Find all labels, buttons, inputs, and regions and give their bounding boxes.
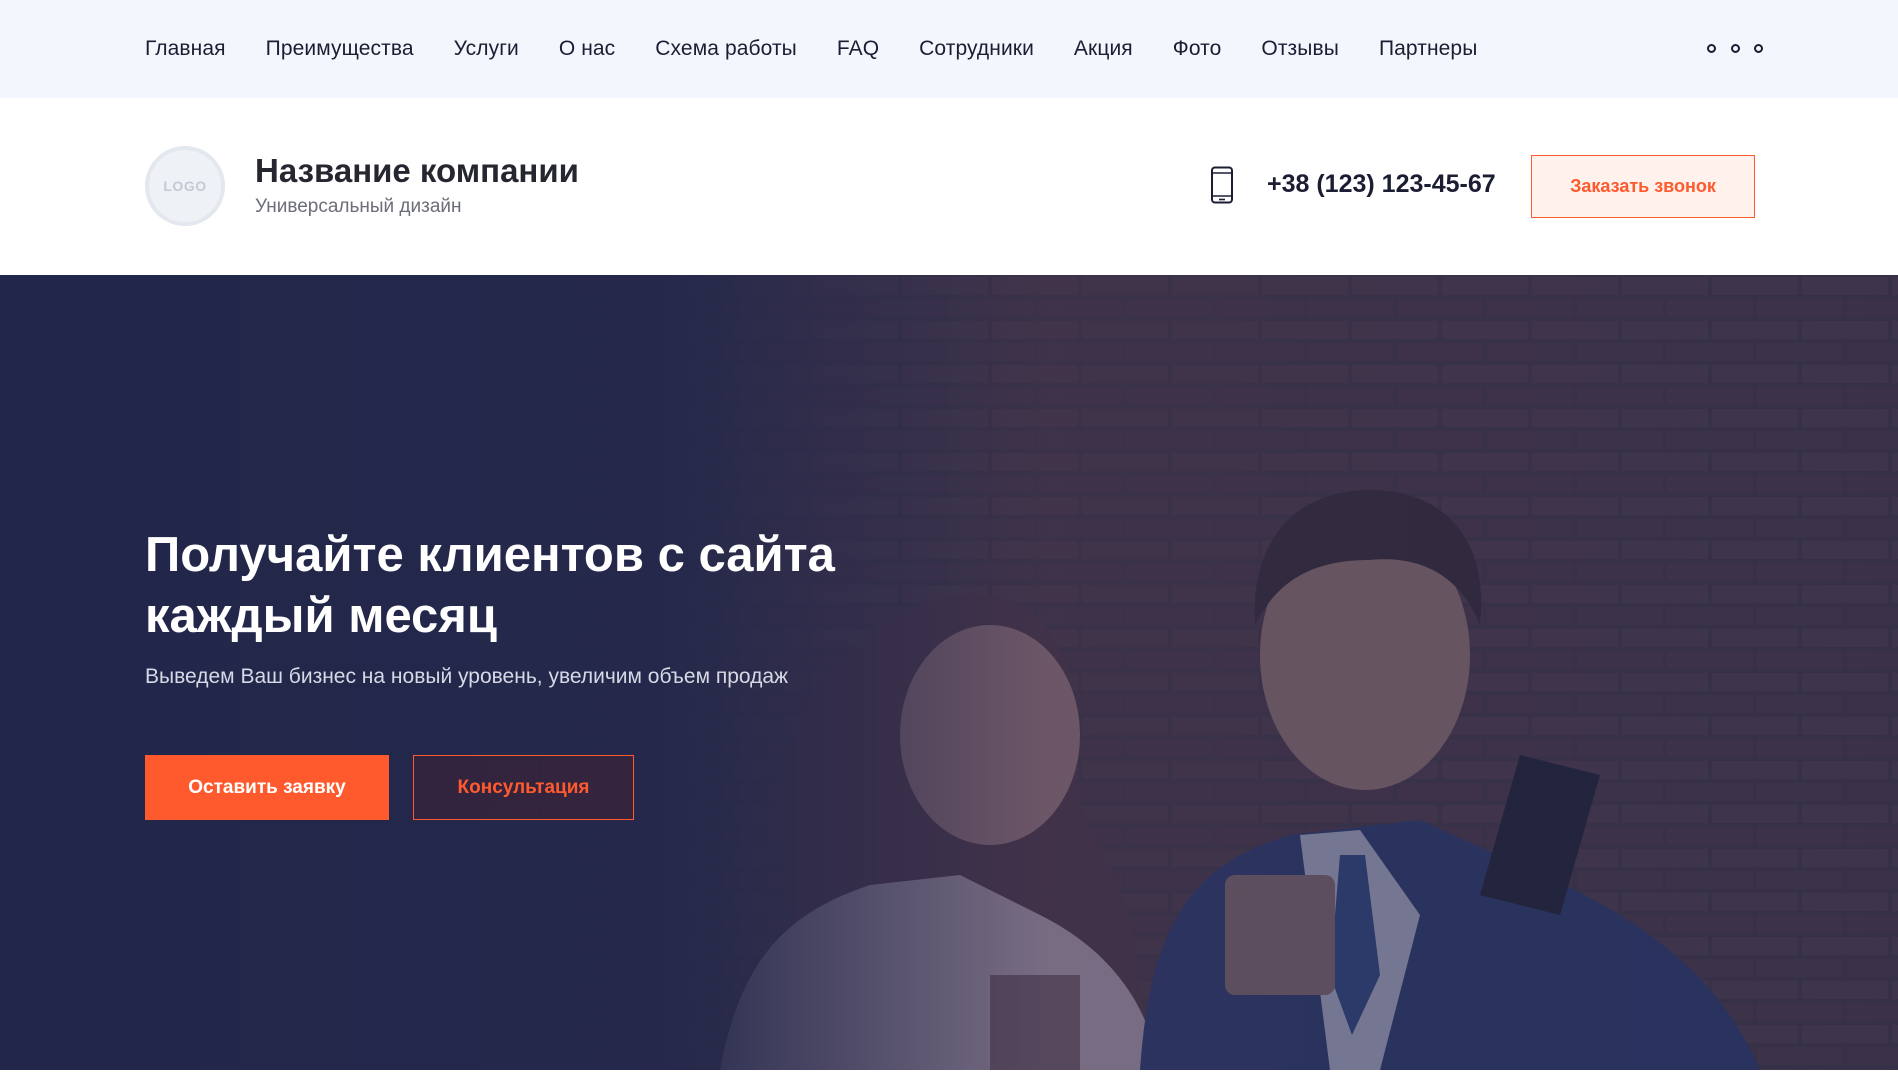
- phone-number[interactable]: +38 (123) 123-45-67: [1267, 170, 1496, 199]
- bottom-strip: [0, 1070, 1898, 1080]
- nav-item-home[interactable]: Главная: [145, 37, 226, 61]
- nav-item-staff[interactable]: Сотрудники: [919, 37, 1034, 61]
- dot-icon: [1754, 43, 1763, 53]
- more-dots-icon[interactable]: [1707, 38, 1763, 58]
- dot-icon: [1707, 43, 1716, 53]
- company-logo[interactable]: LOGO: [145, 146, 225, 226]
- top-navigation: Главная Преимущества Услуги О нас Схема …: [0, 0, 1898, 98]
- leave-request-button[interactable]: Оставить заявку: [145, 755, 389, 820]
- consultation-button[interactable]: Консультация: [413, 755, 634, 820]
- logo-text: LOGO: [163, 178, 207, 194]
- nav-item-faq[interactable]: FAQ: [837, 37, 879, 61]
- nav-menu: Главная Преимущества Услуги О нас Схема …: [145, 0, 1517, 98]
- hero-section: Получайте клиентов с сайта каждый месяц …: [0, 275, 1898, 1070]
- company-name: Название компании: [255, 152, 579, 189]
- nav-item-workflow[interactable]: Схема работы: [655, 37, 797, 61]
- company-tagline: Универсальный дизайн: [255, 196, 462, 217]
- dot-icon: [1730, 43, 1740, 53]
- hero-title: Получайте клиентов с сайта каждый месяц: [145, 528, 835, 643]
- hero-subtitle: Выведем Ваш бизнес на новый уровень, уве…: [145, 665, 789, 688]
- nav-item-about[interactable]: О нас: [559, 37, 615, 61]
- nav-item-promo[interactable]: Акция: [1074, 37, 1133, 61]
- nav-item-photo[interactable]: Фото: [1173, 37, 1222, 61]
- nav-item-reviews[interactable]: Отзывы: [1261, 37, 1339, 61]
- nav-item-advantages[interactable]: Преимущества: [266, 37, 414, 61]
- nav-item-services[interactable]: Услуги: [454, 37, 519, 61]
- request-call-button[interactable]: Заказать звонок: [1531, 155, 1755, 218]
- site-header: LOGO Название компании Универсальный диз…: [0, 98, 1898, 275]
- nav-item-partners[interactable]: Партнеры: [1379, 37, 1477, 61]
- mobile-phone-icon: [1211, 166, 1233, 204]
